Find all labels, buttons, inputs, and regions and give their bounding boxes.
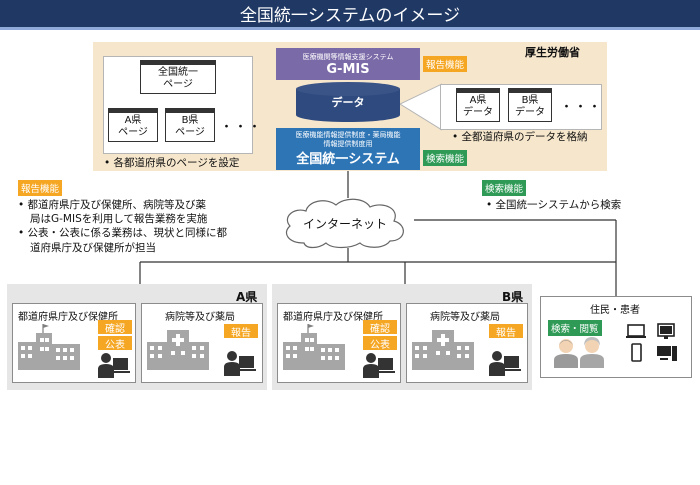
resident-title: 住民・患者 (590, 305, 640, 316)
government-building-icon (283, 324, 345, 370)
b-pref-page-label-2: ページ (175, 127, 205, 138)
hospital-building-icon (147, 330, 209, 370)
residents-icon (554, 337, 604, 368)
pages-note: • 各都道府県のページを設定 (104, 157, 240, 169)
prefecture-a-confirm-tag: 確認 (98, 320, 132, 335)
worker-pc-icon (489, 351, 521, 376)
b-pref-page-window: B県 ページ (165, 108, 215, 142)
worker-pc-icon (224, 351, 256, 376)
data-ellipsis: ・・・ (560, 100, 603, 115)
gmis-box: 医療機関等情報支援システム G-MIS (276, 48, 420, 80)
left-notes: • 都道府県庁及び保健所、病院等及び薬 局はG-MISを利用して報告業務を実施 … (18, 198, 268, 255)
left-note-1-line-1: • 都道府県庁及び保健所、病院等及び薬 (18, 199, 207, 211)
prefecture-b-confirm-tag: 確認 (363, 320, 397, 335)
data-callout-pointer (400, 83, 442, 131)
left-note-2-line-1: • 公表・公表に係る業務は、現状と同様に都 (18, 227, 228, 240)
a-pref-data-window: A県 データ (456, 88, 500, 122)
government-building-icon (18, 324, 80, 370)
gmis-name: G-MIS (326, 61, 370, 77)
data-note: • 全都道府県のデータを格納 (452, 131, 588, 143)
search-function-tag-right: 検索機能 (482, 180, 527, 196)
prefecture-a-hospital-title: 病院等及び薬局 (165, 312, 235, 323)
prefecture-b-report-tag: 報告 (489, 324, 523, 339)
b-pref-data-window: B県 データ (508, 88, 552, 122)
system-subtitle-1: 医療機能情報提供制度・薬局機能 (295, 131, 401, 140)
b-pref-page-label-1: B県 (181, 114, 199, 126)
left-note-2-text-1: 公表・公表に係る業務は、現状と同様に都 (27, 227, 228, 240)
national-page-window: 全国統一 ページ (140, 60, 216, 94)
pages-ellipsis: ・・・ (220, 120, 263, 135)
mhlw-label: 厚生労働省 (525, 46, 580, 59)
left-note-1-text-1: 都道府県庁及び保健所、病院等及び薬 (27, 199, 207, 211)
a-pref-page-label-2: ページ (118, 127, 148, 138)
prefecture-b-hospital-title: 病院等及び薬局 (430, 312, 500, 323)
gmis-subtitle: 医療機関等情報支援システム (302, 52, 394, 61)
prefecture-a-report-tag: 報告 (224, 324, 258, 339)
data-note-text: 全都道府県のデータを格納 (461, 131, 588, 143)
pages-note-text: 各都道府県のページを設定 (113, 157, 240, 169)
search-function-tag-mhlw: 検索機能 (423, 150, 468, 166)
worker-pc-icon (98, 353, 130, 378)
left-note-2: • 公表・公表に係る業務は、現状と同様に都 道府県庁及び保健所が担当 (18, 226, 268, 254)
hospital-building-icon (412, 330, 474, 370)
system-name: 全国統一システム (296, 151, 400, 167)
report-function-tag-left: 報告機能 (18, 180, 63, 196)
left-note-1-line-2: 局はG-MISを利用して報告業務を実施 (30, 213, 208, 226)
a-pref-page-window: A県 ページ (108, 108, 158, 142)
right-note: • 全国統一システムから検索 (486, 199, 622, 211)
browse-search-tag: 検索・閲覧 (548, 320, 602, 336)
devices-icon (626, 323, 677, 362)
b-pref-data-label-1: B県 (521, 94, 539, 106)
a-pref-data-label-2: データ (463, 107, 493, 118)
report-function-tag-mhlw: 報告機能 (423, 56, 468, 72)
right-note-text: 全国統一システムから検索 (495, 199, 622, 211)
left-note-1: • 都道府県庁及び保健所、病院等及び薬 局はG-MISを利用して報告業務を実施 (18, 198, 268, 226)
prefecture-b-publish-tag: 公表 (363, 336, 397, 351)
worker-pc-icon (363, 353, 395, 378)
national-page-label-1: 全国統一 (158, 66, 198, 78)
prefecture-a-publish-tag: 公表 (98, 336, 132, 351)
database-label: データ (331, 96, 365, 109)
national-page-label-2: ページ (163, 79, 193, 90)
a-pref-data-label-1: A県 (469, 94, 487, 106)
system-subtitle-2: 情報提供制度用 (323, 139, 373, 148)
national-system-box: 医療機能情報提供制度・薬局機能 情報提供制度用 全国統一システム (276, 128, 420, 170)
left-note-2-line-2: 道府県庁及び保健所が担当 (30, 241, 156, 254)
internet-label: インターネット (302, 216, 387, 231)
b-pref-data-label-2: データ (515, 107, 545, 118)
a-pref-page-label-1: A県 (124, 114, 142, 126)
database-cylinder-top (296, 82, 400, 96)
